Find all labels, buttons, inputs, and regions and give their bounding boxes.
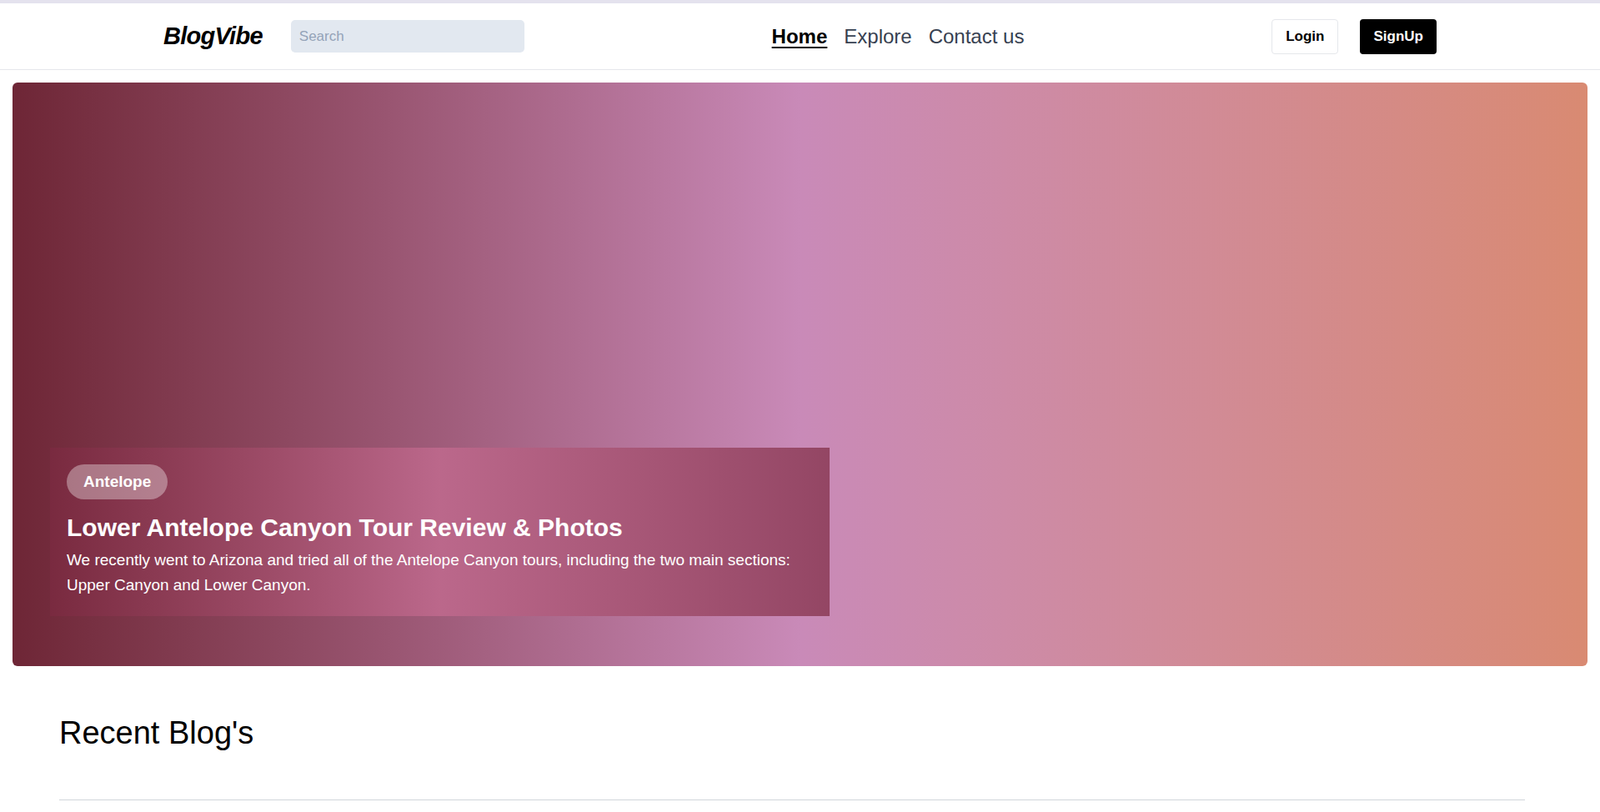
hero-wrap: Antelope Lower Antelope Canyon Tour Revie… bbox=[0, 70, 1600, 667]
hero-tag[interactable]: Antelope bbox=[66, 464, 168, 501]
hero-image[interactable]: Antelope Lower Antelope Canyon Tour Revie… bbox=[12, 82, 1588, 667]
header-left: BlogVibe bbox=[163, 18, 525, 56]
hero-card[interactable]: Antelope Lower Antelope Canyon Tour Revie… bbox=[50, 447, 830, 617]
header: BlogVibe Home Explore Contact us Login SignUp bbox=[0, 3, 1600, 71]
header-right: Login SignUp bbox=[1271, 19, 1437, 55]
login-button[interactable]: Login bbox=[1271, 19, 1339, 55]
section-title: Recent Blog's bbox=[59, 712, 1541, 753]
hero-description: We recently went to Arizona and tried al… bbox=[66, 547, 813, 598]
hero-title[interactable]: Lower Antelope Canyon Tour Review & Phot… bbox=[66, 511, 813, 545]
nav: Home Explore Contact us bbox=[772, 21, 1025, 52]
signup-button[interactable]: SignUp bbox=[1359, 19, 1437, 55]
nav-link[interactable]: Contact us bbox=[928, 21, 1025, 52]
divider bbox=[59, 799, 1525, 801]
nav-link[interactable]: Explore bbox=[843, 21, 912, 52]
search-input[interactable] bbox=[290, 20, 525, 53]
nav-link[interactable]: Home bbox=[772, 21, 828, 52]
recent-section: Recent Blog's bbox=[0, 666, 1600, 812]
logo[interactable]: BlogVibe bbox=[163, 18, 263, 56]
